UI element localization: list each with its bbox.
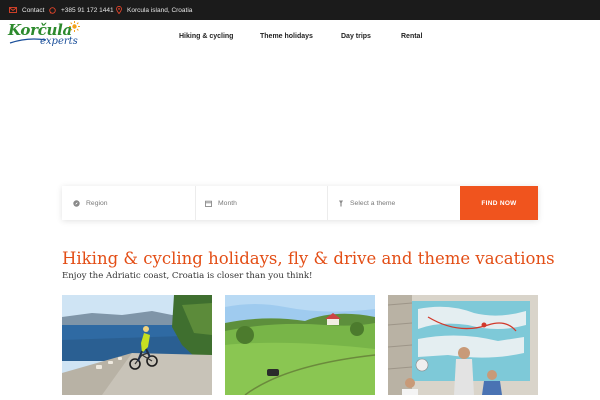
theme-placeholder: Select a theme (350, 199, 396, 207)
field-divider (195, 186, 196, 220)
contact-label: Contact (22, 6, 45, 14)
location-link[interactable]: Korcula island, Croatia (116, 0, 192, 20)
month-select[interactable]: Month (205, 186, 325, 220)
filter-icon (339, 200, 343, 206)
nav-rental[interactable]: Rental (401, 33, 422, 40)
card-cycling[interactable] (62, 295, 212, 395)
map-wall-image (388, 295, 538, 395)
green-hills-image (225, 295, 375, 395)
phone-number: +385 91 172 1441 (61, 6, 114, 14)
page-subheadline: Enjoy the Adriatic coast, Croatia is clo… (62, 271, 313, 281)
sun-icon (69, 21, 80, 32)
search-bar: Region Month Select a theme FIND NOW (62, 186, 538, 220)
find-now-button[interactable]: FIND NOW (460, 186, 538, 220)
region-placeholder: Region (86, 199, 108, 207)
map-pin-icon (116, 6, 122, 14)
site-header: Korčula experts Hiking & cycling Theme h… (0, 20, 600, 54)
nav-hiking-cycling[interactable]: Hiking & cycling (179, 33, 233, 40)
card-map-wall[interactable] (388, 295, 538, 395)
page-headline: Hiking & cycling holidays, fly & drive a… (62, 249, 555, 268)
envelope-icon (9, 7, 17, 13)
top-bar: Contact +385 91 172 1441 Korcula island,… (0, 0, 600, 20)
card-countryside[interactable] (225, 295, 375, 395)
cyclist-coast-image (62, 295, 212, 395)
whatsapp-icon (49, 6, 56, 14)
month-placeholder: Month (218, 199, 237, 207)
logo-subword: experts (40, 36, 78, 47)
field-divider (327, 186, 328, 220)
phone-link[interactable]: +385 91 172 1441 (49, 0, 114, 20)
location-text: Korcula island, Croatia (127, 6, 193, 14)
site-logo[interactable]: Korčula experts (8, 21, 86, 53)
compass-icon (73, 199, 80, 207)
nav-theme-holidays[interactable]: Theme holidays (260, 33, 313, 40)
region-select[interactable]: Region (73, 186, 193, 220)
contact-link[interactable]: Contact (9, 0, 44, 20)
theme-select[interactable]: Select a theme (338, 186, 456, 220)
calendar-icon (205, 200, 212, 207)
nav-day-trips[interactable]: Day trips (341, 33, 371, 40)
